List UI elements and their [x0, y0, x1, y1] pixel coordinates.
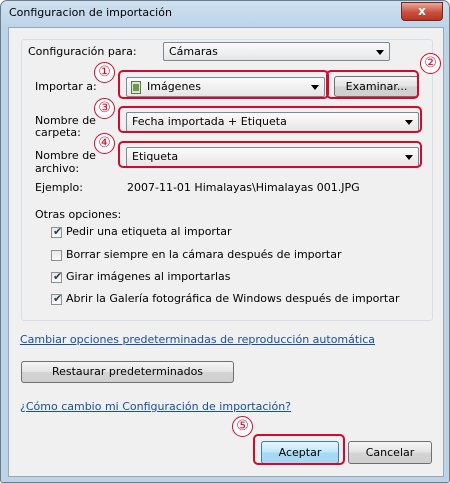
option-erase-camera-label[interactable]: Borrar siempre en la cámara después de i… [66, 248, 341, 261]
callout-highlight-1 [118, 70, 329, 99]
option-ask-tag-label[interactable]: Pedir una etiqueta al importar [66, 225, 232, 238]
option-open-gallery-label[interactable]: Abrir la Galería fotográfica de Windows … [66, 292, 400, 305]
checkbox-ask-tag[interactable]: ✔ [51, 225, 63, 238]
checkbox-open-gallery[interactable]: ✔ [51, 292, 63, 305]
callout-highlight-5 [253, 434, 345, 465]
folder-name-label-line2: carpeta: [35, 126, 81, 139]
autoplay-settings-link[interactable]: Cambiar opciones predeterminadas de repr… [20, 333, 375, 346]
callout-highlight-4 [118, 141, 422, 168]
checkbox-erase-camera[interactable] [51, 250, 62, 261]
callout-highlight-2 [326, 70, 419, 99]
callout-number-1: ① [94, 62, 115, 83]
check-icon: ✔ [53, 270, 63, 283]
title-bar[interactable]: Configuracion de importación x [1, 1, 449, 27]
other-options-label: Otras opciones: [35, 208, 122, 221]
callout-number-4: ④ [94, 133, 115, 154]
chevron-down-icon [376, 50, 384, 55]
restore-defaults-button[interactable]: Restaurar predeterminados [21, 361, 234, 383]
option-rotate-label[interactable]: Girar imágenes al importarlas [66, 270, 231, 283]
file-name-label-line2: archivo: [35, 162, 80, 175]
checkbox-rotate[interactable]: ✔ [51, 270, 63, 283]
check-icon: ✔ [53, 225, 63, 238]
config-select[interactable]: Cámaras [163, 42, 390, 61]
callout-highlight-3 [118, 106, 422, 133]
config-value: Cámaras [169, 45, 218, 58]
close-button[interactable]: x [401, 2, 443, 21]
callout-number-5: ⑤ [232, 416, 253, 437]
cancel-button[interactable]: Cancelar [348, 441, 432, 464]
example-value: 2007-11-01 Himalayas\Himalayas 001.JPG [127, 181, 360, 194]
callout-number-3: ③ [94, 98, 115, 119]
file-name-label-line1: Nombre de [35, 149, 96, 162]
check-icon: ✔ [53, 292, 63, 305]
help-link[interactable]: ¿Cómo cambio mi Configuración de importa… [20, 400, 291, 413]
callout-number-2: ② [420, 53, 441, 74]
window-title: Configuracion de importación [9, 6, 172, 19]
example-label: Ejemplo: [35, 181, 83, 194]
import-label: Importar a: [35, 80, 97, 93]
config-label: Configuración para: [28, 45, 137, 58]
